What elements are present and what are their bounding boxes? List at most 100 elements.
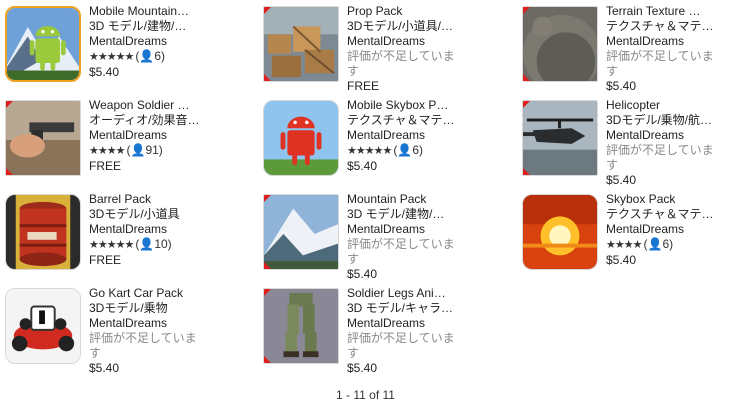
android-mountain-icon bbox=[7, 8, 79, 80]
asset-price: $5.40 bbox=[89, 65, 120, 79]
review-count: (👤6) bbox=[393, 143, 423, 157]
asset-price: $5.40 bbox=[347, 159, 378, 173]
review-count: (👤6) bbox=[135, 49, 165, 63]
asset-price: $5.40 bbox=[89, 361, 120, 375]
asset-price: FREE bbox=[89, 159, 122, 173]
asset-category[interactable]: 3Dモデル/乗物/航… bbox=[606, 113, 724, 128]
red-corner-marker bbox=[264, 74, 271, 81]
asset-title[interactable]: Skybox Pack bbox=[606, 192, 724, 207]
soldier-legs-thumbnail[interactable] bbox=[263, 288, 339, 364]
asset-category[interactable]: テクスチャ＆マテ… bbox=[606, 19, 724, 34]
asset-card-helicopter[interactable]: Helicopter 3Dモデル/乗物/航… MentalDreams 評価が不… bbox=[522, 98, 731, 192]
red-corner-marker bbox=[523, 7, 530, 14]
rating-status: 評価が不足しています bbox=[606, 143, 714, 172]
red-corner-marker bbox=[6, 168, 13, 175]
go-kart-thumbnail[interactable] bbox=[5, 288, 81, 364]
asset-card-mobile-mountain[interactable]: Mobile Mountain… 3D モデル/建物/… MentalDream… bbox=[5, 4, 235, 98]
sunset-image-icon bbox=[523, 195, 597, 269]
barrel-image-icon bbox=[6, 195, 80, 269]
red-corner-marker bbox=[523, 101, 530, 108]
asset-publisher[interactable]: MentalDreams bbox=[347, 34, 465, 49]
asset-price: $5.40 bbox=[347, 361, 378, 375]
soldier-legs-image-icon bbox=[264, 289, 338, 363]
asset-title[interactable]: Barrel Pack bbox=[89, 192, 207, 207]
asset-card-weapon-soldier[interactable]: Weapon Soldier … オーディオ/効果音… MentalDreams… bbox=[5, 98, 235, 192]
red-corner-marker bbox=[264, 289, 271, 296]
asset-title[interactable]: Helicopter bbox=[606, 98, 724, 113]
asset-publisher[interactable]: MentalDreams bbox=[89, 34, 207, 49]
rating-status: 評価が不足しています bbox=[347, 49, 455, 78]
rating-status: 評価が不足しています bbox=[606, 49, 714, 78]
asset-title[interactable]: Mobile Mountain… bbox=[89, 4, 207, 19]
asset-publisher[interactable]: MentalDreams bbox=[347, 316, 465, 331]
rating-status: 評価が不足しています bbox=[347, 237, 455, 266]
helicopter-thumbnail[interactable] bbox=[522, 100, 598, 176]
asset-card-go-kart[interactable]: Go Kart Car Pack 3Dモデル/乗物 MentalDreams 評… bbox=[5, 286, 235, 380]
asset-card-terrain-texture[interactable]: Terrain Texture … テクスチャ＆マテ… MentalDreams… bbox=[522, 4, 731, 98]
asset-publisher[interactable]: MentalDreams bbox=[606, 128, 724, 143]
asset-publisher[interactable]: MentalDreams bbox=[347, 222, 465, 237]
asset-title[interactable]: Mountain Pack bbox=[347, 192, 465, 207]
asset-publisher[interactable]: MentalDreams bbox=[606, 222, 724, 237]
asset-category[interactable]: 3Dモデル/小道具 bbox=[89, 207, 207, 222]
asset-category[interactable]: テクスチャ＆マテ… bbox=[606, 207, 724, 222]
pistol-image-icon bbox=[6, 101, 80, 175]
asset-publisher[interactable]: MentalDreams bbox=[89, 316, 207, 331]
asset-price: $5.40 bbox=[347, 267, 378, 281]
asset-title[interactable]: Prop Pack bbox=[347, 4, 465, 19]
crates-image-icon bbox=[264, 7, 338, 81]
red-corner-marker bbox=[6, 101, 13, 108]
rating-status: 評価が不足しています bbox=[347, 331, 455, 360]
asset-publisher[interactable]: MentalDreams bbox=[606, 34, 724, 49]
android-skybox-icon bbox=[264, 101, 338, 175]
weapon-soldier-thumbnail[interactable] bbox=[5, 100, 81, 176]
asset-title[interactable]: Terrain Texture … bbox=[606, 4, 724, 19]
star-rating: ★★★★★ (👤10) bbox=[89, 237, 172, 251]
red-corner-marker bbox=[264, 262, 271, 269]
asset-category[interactable]: テクスチャ＆マテ… bbox=[347, 113, 465, 128]
asset-card-skybox-pack[interactable]: Skybox Pack テクスチャ＆マテ… MentalDreams ★★★★ … bbox=[522, 192, 731, 286]
asset-card-soldier-legs[interactable]: Soldier Legs Ani… 3D モデル/キャラ… MentalDrea… bbox=[263, 286, 493, 380]
asset-title[interactable]: Go Kart Car Pack bbox=[89, 286, 207, 301]
red-corner-marker bbox=[523, 168, 530, 175]
mountain-pack-thumbnail[interactable] bbox=[263, 194, 339, 270]
asset-category[interactable]: オーディオ/効果音… bbox=[89, 113, 207, 128]
asset-card-prop-pack[interactable]: Prop Pack 3Dモデル/小道具/… MentalDreams 評価が不足… bbox=[263, 4, 493, 98]
asset-category[interactable]: 3D モデル/建物/… bbox=[89, 19, 207, 34]
mobile-skybox-thumbnail[interactable] bbox=[263, 100, 339, 176]
asset-title[interactable]: Soldier Legs Ani… bbox=[347, 286, 465, 301]
review-count: (👤91) bbox=[126, 143, 163, 157]
review-count: (👤6) bbox=[643, 237, 674, 251]
asset-card-mountain-pack[interactable]: Mountain Pack 3D モデル/建物/… MentalDreams 評… bbox=[263, 192, 493, 286]
asset-category[interactable]: 3D モデル/キャラ… bbox=[347, 301, 465, 316]
prop-pack-thumbnail[interactable] bbox=[263, 6, 339, 82]
star-rating: ★★★★★ (👤6) bbox=[89, 49, 165, 63]
rating-status: 評価が不足しています bbox=[89, 331, 197, 360]
asset-price: $5.40 bbox=[606, 79, 637, 93]
asset-title[interactable]: Mobile Skybox P… bbox=[347, 98, 465, 113]
barrel-pack-thumbnail[interactable] bbox=[5, 194, 81, 270]
asset-card-mobile-skybox[interactable]: Mobile Skybox P… テクスチャ＆マテ… MentalDreams … bbox=[263, 98, 493, 192]
asset-category[interactable]: 3Dモデル/小道具/… bbox=[347, 19, 465, 34]
asset-publisher[interactable]: MentalDreams bbox=[89, 128, 207, 143]
asset-price: $5.40 bbox=[606, 253, 637, 267]
review-count: (👤10) bbox=[135, 237, 172, 251]
asset-publisher[interactable]: MentalDreams bbox=[89, 222, 207, 237]
red-corner-marker bbox=[264, 7, 271, 14]
asset-card-barrel-pack[interactable]: Barrel Pack 3Dモデル/小道具 MentalDreams ★★★★★… bbox=[5, 192, 235, 286]
star-rating: ★★★★ (👤91) bbox=[89, 143, 163, 157]
asset-price: FREE bbox=[89, 253, 122, 267]
red-corner-marker bbox=[523, 74, 530, 81]
mountain-android-thumbnail[interactable] bbox=[5, 6, 81, 82]
asset-publisher[interactable]: MentalDreams bbox=[347, 128, 465, 143]
asset-category[interactable]: 3Dモデル/乗物 bbox=[89, 301, 207, 316]
asset-category[interactable]: 3D モデル/建物/… bbox=[347, 207, 465, 222]
star-rating: ★★★★★ (👤6) bbox=[347, 143, 423, 157]
asset-price: $5.40 bbox=[606, 173, 637, 187]
red-corner-marker bbox=[264, 195, 271, 202]
star-rating: ★★★★ (👤6) bbox=[606, 237, 674, 251]
skybox-pack-thumbnail[interactable] bbox=[522, 194, 598, 270]
asset-price: FREE bbox=[347, 79, 380, 93]
terrain-texture-thumbnail[interactable] bbox=[522, 6, 598, 82]
asset-title[interactable]: Weapon Soldier … bbox=[89, 98, 207, 113]
